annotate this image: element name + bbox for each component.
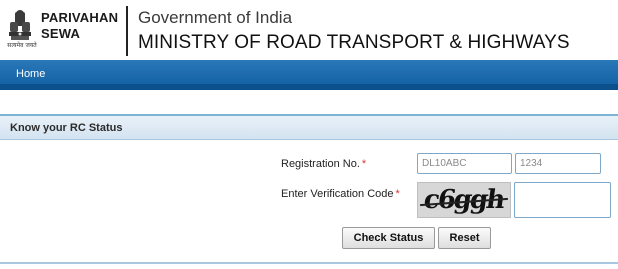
brand-line-1: PARIVAHAN <box>41 10 119 25</box>
header-divider <box>126 6 128 56</box>
emblem-tagline: सत्यमेव जयते <box>7 42 37 49</box>
government-title: Government of India <box>138 8 293 27</box>
nav-home-link[interactable]: Home <box>16 68 45 80</box>
check-status-button[interactable]: Check Status <box>342 227 435 249</box>
nav-bar-border <box>0 84 618 90</box>
panel-bottom-border <box>0 262 618 264</box>
registration-label: Registration No. * <box>281 158 366 170</box>
registration-part1-input[interactable] <box>417 153 512 174</box>
captcha-input[interactable] <box>514 182 611 218</box>
verification-label-text: Enter Verification Code <box>281 188 394 200</box>
brand-name: PARIVAHAN SEWA <box>41 10 118 42</box>
site-header: सत्यमेव जयते PARIVAHAN SEWA Government o… <box>0 0 618 60</box>
brand-line-2: SEWA <box>41 26 81 41</box>
ministry-title: MINISTRY OF ROAD TRANSPORT & HIGHWAYS <box>138 32 570 53</box>
registration-label-text: Registration No. <box>281 158 360 170</box>
reset-button[interactable]: Reset <box>438 227 491 249</box>
registration-part2-input[interactable] <box>515 153 601 174</box>
panel-title: Know your RC Status <box>10 122 123 134</box>
verification-label: Enter Verification Code * <box>281 188 400 200</box>
required-mark: * <box>361 158 367 170</box>
required-mark: * <box>395 188 400 200</box>
captcha-image: c6ggh <box>417 182 511 218</box>
